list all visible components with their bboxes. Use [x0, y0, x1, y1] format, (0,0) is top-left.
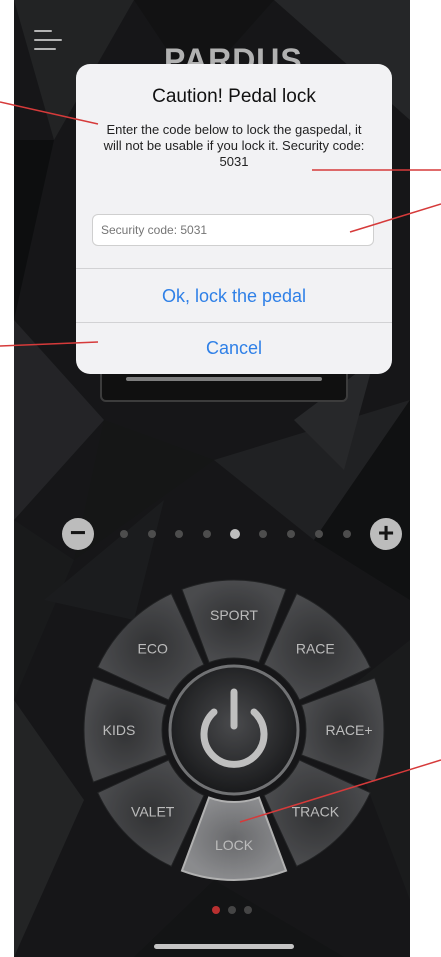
ok-lock-pedal-button[interactable]: Ok, lock the pedal	[76, 270, 392, 322]
cancel-button[interactable]: Cancel	[76, 322, 392, 374]
dialog-message: Enter the code below to lock the gaspeda…	[103, 122, 365, 169]
pedal-lock-dialog: Caution! Pedal lock Enter the code below…	[76, 64, 392, 374]
divider	[76, 268, 392, 269]
security-code-input[interactable]	[92, 214, 374, 246]
dialog-title: Caution! Pedal lock	[152, 86, 316, 107]
